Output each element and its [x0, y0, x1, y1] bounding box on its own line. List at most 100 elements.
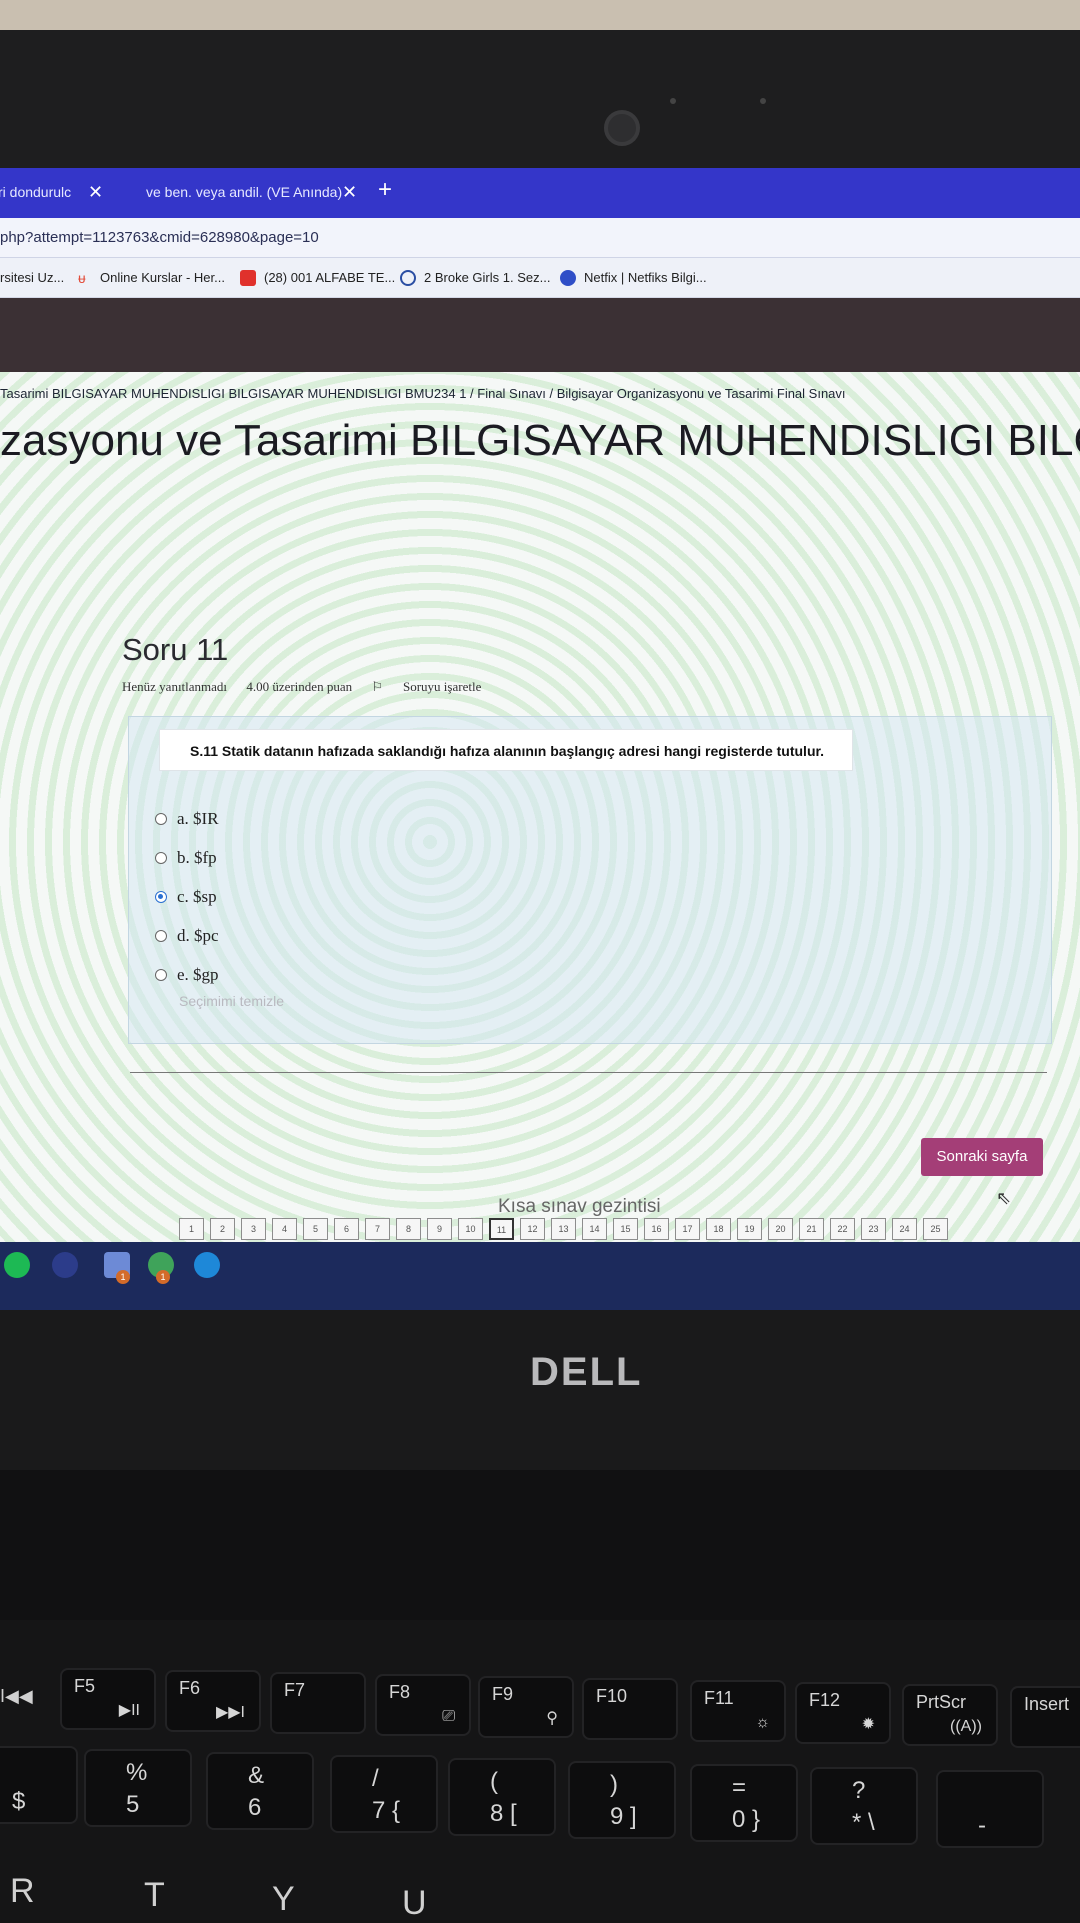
spotify-icon[interactable]	[4, 1252, 30, 1278]
quiz-nav-page-button[interactable]: 10	[458, 1218, 483, 1240]
quiz-nav-page-button[interactable]: 11	[489, 1218, 514, 1240]
keyboard-key: F5 ▶II	[60, 1668, 156, 1730]
radio-button[interactable]	[155, 812, 167, 825]
keyboard-key: F9 ⚲	[478, 1676, 574, 1738]
quiz-nav-page-button[interactable]: 25	[923, 1218, 948, 1240]
quiz-nav-page-button[interactable]: 17	[675, 1218, 700, 1240]
question-text-box: S.11 Statik datanın hafızada saklandığı …	[159, 729, 853, 771]
quiz-nav-page-button[interactable]: 13	[551, 1218, 576, 1240]
quiz-nav-page-button[interactable]: 16	[644, 1218, 669, 1240]
keyboard-key: $	[0, 1746, 78, 1824]
key-label: F9	[492, 1684, 514, 1704]
bookmark-4[interactable]: 2 Broke Girls 1. Sez...	[424, 258, 550, 298]
keyboard-key: / 7 {	[330, 1755, 438, 1833]
quiz-nav-page-button[interactable]: 4	[272, 1218, 297, 1240]
background-wall	[0, 0, 1080, 30]
bookmark-3[interactable]: (28) 001 ALFABE TE...	[264, 258, 395, 298]
quiz-nav-page-button[interactable]: 23	[861, 1218, 886, 1240]
quiz-nav-page-button[interactable]: 18	[706, 1218, 731, 1240]
keyboard-key: F8 ⎚	[375, 1674, 471, 1736]
quiz-nav-page-button[interactable]: 1	[179, 1218, 204, 1240]
radio-button-selected[interactable]	[155, 890, 167, 903]
bookmark-1[interactable]: rsitesi Uz...	[0, 258, 64, 298]
quiz-nav-page-button[interactable]: 24	[892, 1218, 917, 1240]
key-label: &	[248, 1762, 265, 1789]
key-label: F7	[284, 1680, 306, 1700]
answer-label[interactable]: e. $gp	[177, 965, 219, 985]
quiz-nav-page-button[interactable]: 7	[365, 1218, 390, 1240]
webcam	[604, 110, 640, 146]
key-label: /	[372, 1765, 379, 1792]
next-page-button[interactable]: Sonraki sayfa	[921, 1138, 1043, 1176]
quiz-nav-page-button[interactable]: 9	[427, 1218, 452, 1240]
quiz-nav-page-button[interactable]: 2	[210, 1218, 235, 1240]
keyboard-key: F10	[582, 1678, 678, 1740]
netfix-icon	[560, 270, 576, 286]
browser-tab-2[interactable]: ve ben. veya andil. (VE Anında)	[146, 176, 342, 208]
quiz-nav-page-button[interactable]: 19	[737, 1218, 762, 1240]
flag-question[interactable]: ⚐ Soruyu işaretle	[371, 679, 497, 694]
answer-option-a[interactable]: a. $IR	[155, 799, 219, 838]
quiz-nav-page-button[interactable]: 3	[241, 1218, 266, 1240]
browser-tabbar: ri dondurulc ✕ ve ben. veya andil. (VE A…	[0, 168, 1080, 218]
answer-option-c[interactable]: c. $sp	[155, 877, 219, 916]
new-tab-button[interactable]: +	[378, 174, 392, 206]
laptop-hinge	[0, 1470, 1080, 1620]
quiz-nav-page-button[interactable]: 21	[799, 1218, 824, 1240]
keyboard-key: Insert	[1010, 1686, 1080, 1748]
windows-taskbar: 1 1	[0, 1242, 1080, 1310]
radio-button[interactable]	[155, 968, 167, 981]
quiz-nav-page-button[interactable]: 6	[334, 1218, 359, 1240]
dell-logo: DELL	[530, 1350, 643, 1394]
quiz-nav-page-button[interactable]: 8	[396, 1218, 421, 1240]
answer-option-d[interactable]: d. $pc	[155, 916, 219, 955]
address-bar[interactable]: php?attempt=1123763&cmid=628980&page=10	[0, 218, 1080, 258]
webcam-sensor	[760, 98, 766, 104]
divider	[130, 1072, 1047, 1073]
keyboard-key-label: Y	[272, 1880, 295, 1918]
page-title: zasyonu ve Tasarimi BILGISAYAR MUHENDISL…	[0, 416, 1080, 465]
site-icon	[400, 270, 416, 286]
bookmark-2[interactable]: Online Kurslar - Her...	[100, 258, 225, 298]
keyboard-key-label: T	[144, 1876, 165, 1914]
question-heading: Soru 11	[122, 632, 229, 667]
key-icon: ⎚	[442, 1708, 455, 1725]
quiz-nav-page-button[interactable]: 12	[520, 1218, 545, 1240]
answer-option-b[interactable]: b. $fp	[155, 838, 219, 877]
flag-question-label[interactable]: Soruyu işaretle	[403, 679, 481, 694]
edge-icon[interactable]	[194, 1252, 220, 1278]
close-icon[interactable]: ✕	[88, 176, 103, 208]
browser-tab-1[interactable]: ri dondurulc	[0, 176, 71, 208]
key-label: ?	[852, 1777, 866, 1804]
quiz-navigation-title: Kısa sınav gezintisi	[498, 1196, 661, 1217]
key-label: 7 {	[372, 1797, 401, 1824]
clear-choice-link[interactable]: Seçimimi temizle	[179, 993, 284, 1009]
key-icon: ⚲	[546, 1710, 558, 1727]
keyboard-key: F7	[270, 1672, 366, 1734]
keyboard-key: = 0 }	[690, 1764, 798, 1842]
keyboard-key: ) 9 ]	[568, 1761, 676, 1839]
answer-option-e[interactable]: e. $gp	[155, 955, 219, 994]
radio-button[interactable]	[155, 929, 167, 942]
key-label: F6	[179, 1678, 201, 1698]
quiz-nav-page-button[interactable]: 14	[582, 1218, 607, 1240]
answer-label[interactable]: a. $IR	[177, 809, 219, 829]
key-icon: ▶II	[118, 1702, 140, 1719]
quiz-nav-page-button[interactable]: 15	[613, 1218, 638, 1240]
answer-label[interactable]: c. $sp	[177, 887, 217, 907]
notification-badge: 1	[116, 1270, 130, 1284]
url-text[interactable]: php?attempt=1123763&cmid=628980&page=10	[0, 218, 319, 258]
radio-button[interactable]	[155, 851, 167, 864]
answer-label[interactable]: b. $fp	[177, 848, 217, 868]
quiz-nav-page-button[interactable]: 5	[303, 1218, 328, 1240]
close-icon[interactable]: ✕	[342, 176, 357, 208]
quiz-navigation: 1 2 3 4 5 6 7 8 9 10 11 12 13 14 15 16 17 18 19 20 21 22 23 24 2…	[179, 1218, 954, 1240]
quiz-nav-page-button[interactable]: 22	[830, 1218, 855, 1240]
bookmark-5[interactable]: Netfix | Netfiks Bilgi...	[584, 258, 707, 298]
breadcrumb[interactable]: Tasarimi BILGISAYAR MUHENDISLIGI BILGISA…	[0, 386, 846, 401]
app-icon[interactable]	[52, 1252, 78, 1278]
quiz-nav-page-button[interactable]: 20	[768, 1218, 793, 1240]
key-label: %	[126, 1759, 148, 1786]
bookmarks-bar: rsitesi Uz... ᵾ Online Kurslar - Her... …	[0, 258, 1080, 298]
answer-label[interactable]: d. $pc	[177, 926, 219, 946]
